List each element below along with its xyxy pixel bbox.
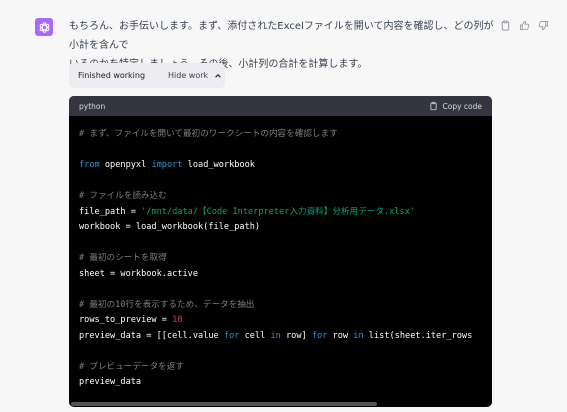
work-status-label: Finished working [78,71,146,80]
assistant-avatar [35,18,53,36]
code-token-keyword: from [79,160,100,170]
code-token-string: '/mnt/data/【Code Interpreter入力資料】分析用データ.… [141,206,415,217]
code-header: python Copy code [69,96,492,116]
message-actions [499,19,549,31]
code-token-plain: load_workbook [182,160,255,170]
code-token-number: 10 [172,315,183,325]
chevron-up-icon [215,73,221,78]
thumbs-up-button[interactable] [518,19,530,31]
horizontal-scrollbar[interactable] [69,402,492,406]
code-line: file_path = '/mnt/data/【Code Interpreter… [79,205,492,221]
code-token-comment: # プレビューデータを返す [79,361,184,372]
code-token-plain: sheet = workbook.active [79,268,198,279]
code-token-plain: preview_data = [[cell.value [79,330,224,341]
copy-code-label: Copy code [442,101,483,111]
code-token-keyword: in [270,330,281,341]
thumbs-up-icon [519,20,529,30]
hide-work-button[interactable]: Hide work [168,71,222,80]
code-token-plain: workbook = load_workbook(file_path) [79,222,261,232]
code-token-keyword: for [311,330,328,341]
copy-message-button[interactable] [499,19,511,31]
code-line: # プレビューデータを返す [79,360,492,376]
code-token-plain: list(sheet.iter_rows [363,330,473,341]
message-line: もちろん、お手伝いします。まず、添付されたExcelファイルを開いて内容を確認し… [69,21,494,51]
code-line: preview_data = [[cell.value for cell in … [79,329,492,345]
copy-code-button[interactable]: Copy code [429,101,483,111]
code-line: # まず、ファイルを開いて最初のワークシートの内容を確認します [79,127,492,143]
code-token-plain: preview_data [79,377,142,387]
code-token-plain: openpyxl [99,160,152,170]
code-token-keyword: for [223,330,240,341]
code-block: python Copy code # まず、ファイルを開いて最初のワークシートの… [69,96,492,407]
code-token-comment: # 最初のシートを取得 [79,253,167,263]
openai-logo-icon [39,21,49,33]
chat-page: もちろん、お手伝いします。まず、添付されたExcelファイルを開いて内容を確認し… [0,0,567,412]
code-line: workbook = load_workbook(file_path) [79,220,492,236]
code-token-plain: file_path = [79,206,142,217]
code-line: preview_data [79,375,492,391]
code-token-plain: row [327,330,354,341]
work-status-bar: Finished working Hide work [69,63,225,88]
thumbs-down-icon [538,20,548,30]
code-token-comment: # 最初の10行を表示するため、データを抽出 [79,299,255,310]
code-line: # 最初のシートを取得 [79,251,492,267]
code-token-comment: # まず、ファイルを開いて最初のワークシートの内容を確認します [79,129,338,139]
clipboard-icon [501,19,509,31]
code-token-keyword: in [353,330,364,341]
hide-work-label: Hide work [168,71,209,80]
code-content: # まず、ファイルを開いて最初のワークシートの内容を確認します from open… [69,116,492,407]
code-line: from openpyxl import load_workbook [79,158,492,174]
thumbs-down-button[interactable] [537,19,549,31]
scrollbar-thumb[interactable] [71,402,377,406]
code-language-label: python [79,101,106,111]
code-line: # 最初の10行を表示するため、データを抽出 [79,298,492,314]
code-line: rows_to_preview = 10 [79,313,492,329]
code-line: # ファイルを読み込む [79,189,492,205]
code-token-keyword: import [151,160,183,170]
code-token-plain: cell [239,330,271,341]
code-line: sheet = workbook.active [79,267,492,283]
code-token-plain: rows_to_preview = [79,315,173,325]
code-token-plain: row] [280,330,312,341]
clipboard-icon [429,101,437,111]
code-token-comment: # ファイルを読み込む [79,191,167,201]
